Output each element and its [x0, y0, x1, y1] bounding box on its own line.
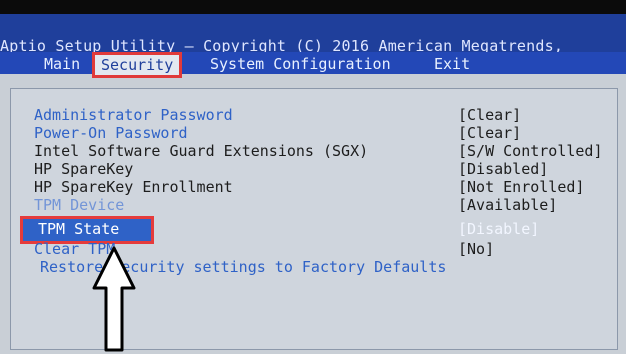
setting-admin-password[interactable]: Administrator Password: [34, 106, 233, 124]
bios-screen: Aptio Setup Utility – Copyright (C) 2016…: [0, 14, 626, 354]
setting-hp-sparekey[interactable]: HP SpareKey: [34, 160, 133, 178]
tab-main[interactable]: Main: [44, 54, 80, 74]
tab-security[interactable]: Security: [92, 52, 183, 78]
setting-sgx[interactable]: Intel Software Guard Extensions (SGX): [34, 142, 368, 160]
value-admin-password: [Clear]: [458, 106, 522, 124]
value-clear-tpm: [No]: [458, 240, 495, 258]
tab-exit[interactable]: Exit: [434, 54, 470, 74]
setting-power-on-password[interactable]: Power-On Password: [34, 124, 188, 142]
value-power-on-password: [Clear]: [458, 124, 522, 142]
tab-system-configuration[interactable]: System Configuration: [210, 54, 391, 74]
setting-tpm-device[interactable]: TPM Device: [34, 196, 124, 214]
value-tpm-device: [Available]: [458, 196, 558, 214]
up-arrow-icon: [92, 246, 136, 354]
value-tpm-state: [Disable]: [458, 220, 540, 238]
value-hp-sparekey-enrollment: [Not Enrolled]: [458, 178, 585, 196]
value-hp-sparekey: [Disabled]: [458, 160, 549, 178]
setting-hp-sparekey-enrollment[interactable]: HP SpareKey Enrollment: [34, 178, 233, 196]
value-sgx: [S/W Controlled]: [458, 142, 603, 160]
setting-tpm-state[interactable]: TPM State: [38, 220, 119, 238]
